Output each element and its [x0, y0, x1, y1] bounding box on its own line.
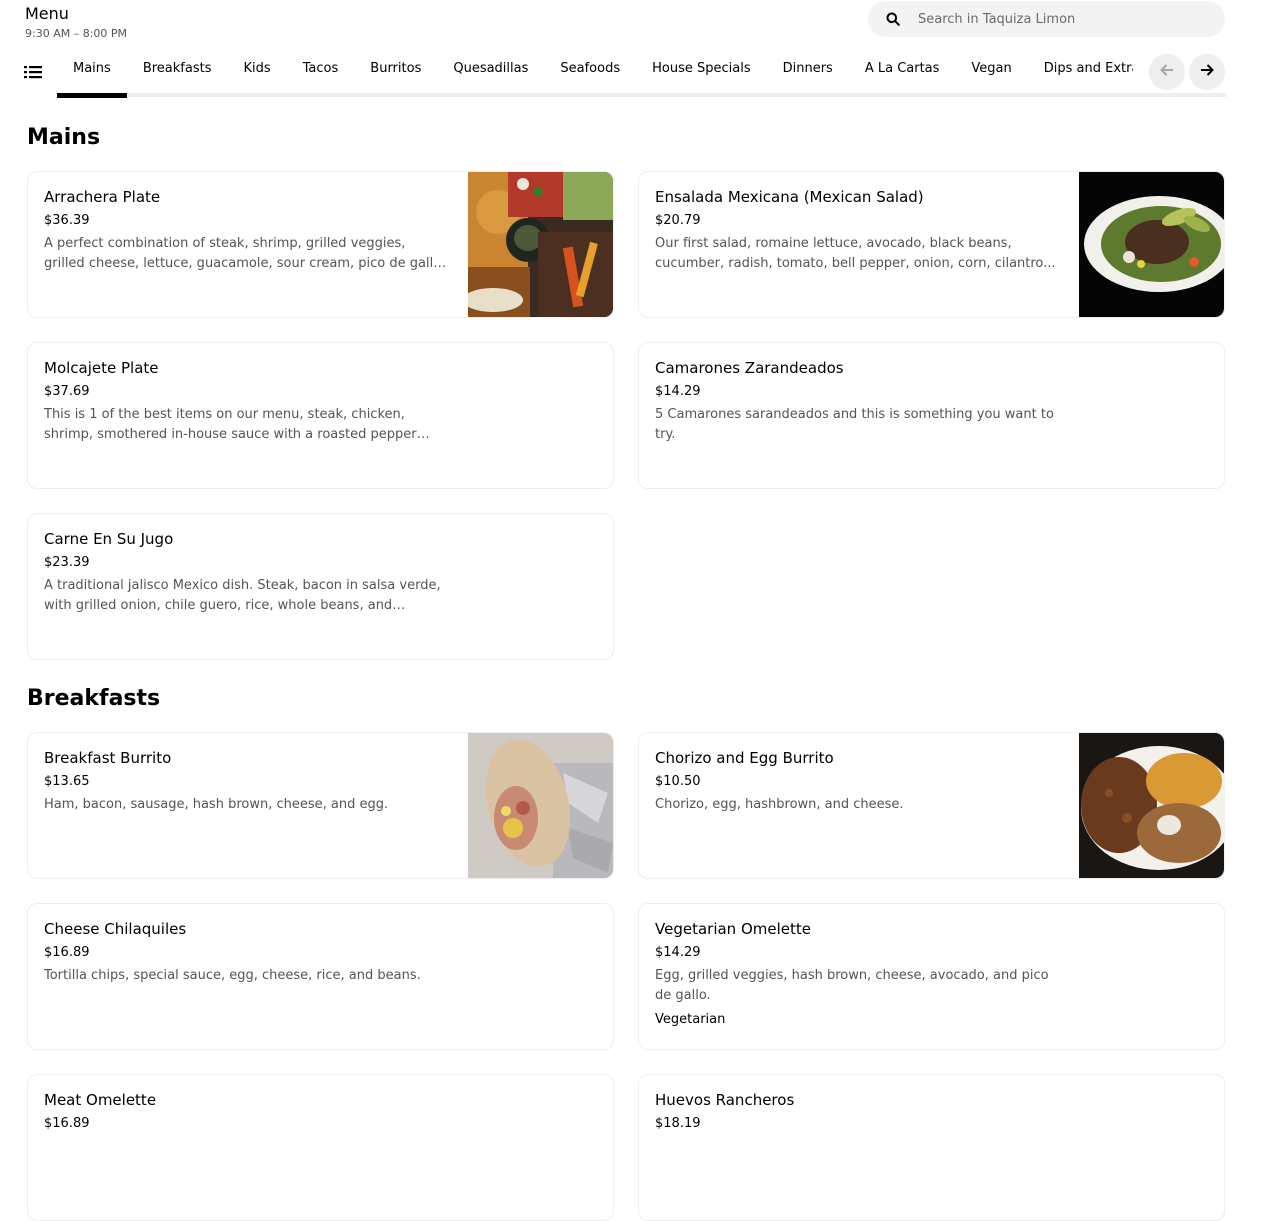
item-price: $20.79 — [655, 213, 701, 228]
section-title-breakfasts: Breakfasts — [27, 686, 161, 711]
menu-item-card[interactable]: Carne En Su Jugo $23.39 A traditional ja… — [27, 513, 614, 660]
menu-title: Menu — [25, 4, 69, 23]
chorizo-egg-burrito-photo — [1079, 733, 1224, 878]
item-price: $36.39 — [44, 213, 90, 228]
section-title-mains: Mains — [27, 125, 101, 150]
item-description: Ham, bacon, sausage, hash brown, cheese,… — [44, 797, 389, 812]
item-price: $14.29 — [655, 945, 701, 960]
item-description: 5 Camarones sarandeados and this is some… — [655, 407, 1054, 442]
store-hours: 9:30 AM – 8:00 PM — [25, 27, 128, 40]
item-description: This is 1 of the best items on our menu,… — [44, 407, 417, 442]
menu-item-card[interactable]: Chorizo and Egg Burrito $10.50 Chorizo, … — [638, 732, 1225, 879]
item-price: $13.65 — [44, 774, 90, 789]
category-nav: Mains Breakfasts Kids Tacos Burritos Que… — [0, 48, 1226, 100]
item-name: Huevos Rancheros — [655, 1091, 795, 1109]
item-price: $16.89 — [44, 945, 90, 960]
menu-item-card[interactable]: Huevos Rancheros $18.19 — [638, 1074, 1225, 1221]
list-icon[interactable] — [24, 64, 42, 79]
item-name: Chorizo and Egg Burrito — [655, 749, 834, 767]
tab-seafoods[interactable]: Seafoods — [544, 48, 636, 98]
item-name: Breakfast Burrito — [44, 749, 172, 767]
category-tabs: Mains Breakfasts Kids Tacos Burritos Que… — [57, 48, 1133, 98]
menu-item-card[interactable]: Camarones Zarandeados $14.29 5 Camarones… — [638, 342, 1225, 489]
breakfast-burrito-photo — [468, 733, 613, 878]
item-name: Cheese Chilaquiles — [44, 920, 187, 938]
tab-breakfasts[interactable]: Breakfasts — [127, 48, 228, 98]
tab-mains[interactable]: Mains — [57, 48, 127, 98]
menu-item-card[interactable]: Meat Omelette $16.89 — [27, 1074, 614, 1221]
search-input[interactable] — [916, 10, 1210, 28]
item-name: Carne En Su Jugo — [44, 530, 174, 548]
mexican-salad-photo — [1079, 172, 1224, 317]
item-name: Ensalada Mexicana (Mexican Salad) — [655, 188, 924, 206]
menu-item-card[interactable]: Arrachera Plate $36.39 A perfect combina… — [27, 171, 614, 318]
search-icon — [886, 12, 900, 26]
item-name: Arrachera Plate — [44, 188, 161, 206]
menu-item-card[interactable]: Breakfast Burrito $13.65 Ham, bacon, sau… — [27, 732, 614, 879]
tab-quesadillas[interactable]: Quesadillas — [437, 48, 544, 98]
tab-tacos[interactable]: Tacos — [287, 48, 355, 98]
item-price: $37.69 — [44, 384, 90, 399]
store-header: Menu 9:30 AM – 8:00 PM — [25, 4, 127, 41]
item-name: Molcajete Plate — [44, 359, 159, 377]
item-name: Meat Omelette — [44, 1091, 157, 1109]
item-description: Egg, grilled veggies, hash brown, cheese… — [655, 968, 1049, 1003]
menu-item-card[interactable]: Molcajete Plate $37.69 This is 1 of the … — [27, 342, 614, 489]
arrow-right-icon — [1199, 62, 1215, 82]
item-name: Vegetarian Omelette — [655, 920, 811, 938]
arrow-left-icon — [1159, 62, 1175, 82]
dietary-tag: Vegetarian — [655, 1012, 726, 1027]
item-description: A perfect combination of steak, shrimp, … — [44, 236, 446, 271]
scroll-left-button[interactable] — [1149, 54, 1185, 90]
item-price: $18.19 — [655, 1116, 701, 1131]
item-name: Camarones Zarandeados — [655, 359, 844, 377]
item-description: Our first salad, romaine lettuce, avocad… — [655, 236, 1056, 271]
tab-burritos[interactable]: Burritos — [354, 48, 437, 98]
item-price: $14.29 — [655, 384, 701, 399]
tab-dips-and-extras[interactable]: Dips and Extras — [1028, 48, 1133, 98]
item-description: A traditional jalisco Mexico dish. Steak… — [44, 578, 441, 613]
tab-dinners[interactable]: Dinners — [767, 48, 849, 98]
menu-item-card[interactable]: Cheese Chilaquiles $16.89 Tortilla chips… — [27, 903, 614, 1050]
item-price: $10.50 — [655, 774, 701, 789]
menu-search-box[interactable] — [868, 1, 1225, 37]
tab-house-specials[interactable]: House Specials — [636, 48, 766, 98]
item-price: $16.89 — [44, 1116, 90, 1131]
scroll-right-button[interactable] — [1189, 54, 1225, 90]
menu-item-card[interactable]: Ensalada Mexicana (Mexican Salad) $20.79… — [638, 171, 1225, 318]
tab-a-la-cartas[interactable]: A La Cartas — [849, 48, 956, 98]
item-price: $23.39 — [44, 555, 90, 570]
menu-item-card[interactable]: Vegetarian Omelette $14.29 Egg, grilled … — [638, 903, 1225, 1050]
arrachera-plate-photo — [468, 172, 613, 317]
tab-kids[interactable]: Kids — [227, 48, 286, 98]
item-description: Chorizo, egg, hashbrown, and cheese. — [655, 797, 904, 812]
tab-vegan[interactable]: Vegan — [955, 48, 1027, 98]
item-description: Tortilla chips, special sauce, egg, chee… — [44, 968, 421, 983]
